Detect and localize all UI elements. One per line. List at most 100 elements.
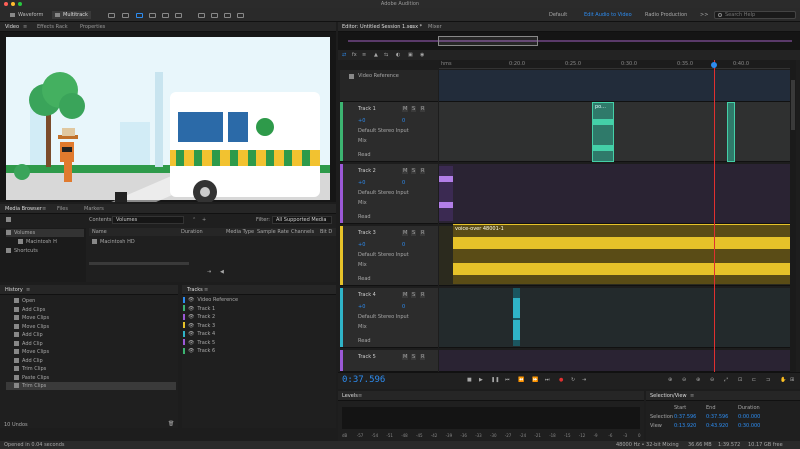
- view-end[interactable]: 0:43.920: [706, 423, 728, 429]
- add-shortcut-icon[interactable]: +: [202, 217, 206, 223]
- workspace-edit-audio-to-video[interactable]: Edit Audio to Video: [584, 11, 632, 19]
- waveform-button[interactable]: Waveform: [10, 11, 43, 19]
- zoom-selection-icon[interactable]: ⊡: [738, 377, 742, 383]
- folder-up-icon[interactable]: ⌃: [192, 217, 196, 223]
- tracks-panel-item[interactable]: 👁 Track 3: [182, 322, 336, 330]
- navigator-view-handle[interactable]: [438, 36, 538, 46]
- track1-clip-b[interactable]: [727, 102, 735, 162]
- pan-knob-value[interactable]: 0: [402, 304, 405, 310]
- zoom-window-icon[interactable]: [18, 2, 22, 6]
- brush-tool-icon[interactable]: [224, 13, 231, 18]
- tracks-panel-item[interactable]: 👁 Track 4: [182, 330, 336, 338]
- mute-button[interactable]: M: [402, 292, 409, 298]
- zoom-full-icon[interactable]: ⤢: [724, 377, 728, 383]
- automation-mode-select[interactable]: Read: [358, 214, 371, 220]
- mute-button[interactable]: M: [402, 168, 409, 174]
- workspace-default[interactable]: Default: [549, 11, 567, 19]
- filter-select[interactable]: All Supported Media: [272, 216, 332, 224]
- zoom-tracks-icon[interactable]: ⊞: [790, 377, 794, 383]
- video-reference-lane[interactable]: [439, 70, 790, 102]
- tab-video[interactable]: Video: [5, 22, 19, 32]
- spectral-display-icon[interactable]: [108, 13, 115, 18]
- view-start[interactable]: 0:13.920: [674, 423, 696, 429]
- output-select[interactable]: Mix: [358, 200, 367, 206]
- history-item[interactable]: Paste Clips: [6, 374, 176, 382]
- history-item[interactable]: Add Clip: [6, 331, 176, 339]
- automation-mode-select[interactable]: Read: [358, 152, 371, 158]
- volume-knob-value[interactable]: +0: [358, 242, 365, 248]
- playhead[interactable]: [714, 60, 715, 372]
- record-arm-button[interactable]: R: [420, 230, 426, 236]
- track-name[interactable]: Track 1: [358, 106, 376, 112]
- record-arm-button[interactable]: R: [420, 106, 426, 112]
- output-select[interactable]: Mix: [358, 138, 367, 144]
- track4-clip[interactable]: [513, 288, 520, 346]
- volume-knob-value[interactable]: +0: [358, 304, 365, 310]
- spot-healing-tool-icon[interactable]: [237, 13, 244, 18]
- output-select[interactable]: Mix: [358, 324, 367, 330]
- zoom-in-point-icon[interactable]: ⊏: [752, 377, 756, 383]
- zoom-navigator[interactable]: [338, 32, 800, 50]
- column-name[interactable]: Name: [92, 228, 107, 236]
- tab-mixer[interactable]: Mixer: [428, 22, 442, 32]
- workspace-radio-production[interactable]: Radio Production: [645, 11, 687, 19]
- hand-tool-icon[interactable]: ✋: [780, 377, 786, 383]
- history-item[interactable]: Move Clips: [6, 323, 176, 331]
- eye-icon[interactable]: 👁: [188, 306, 194, 312]
- eye-icon[interactable]: 👁: [188, 297, 194, 303]
- view-duration[interactable]: 0:30.000: [738, 423, 760, 429]
- go-to-end-button[interactable]: ⏭: [545, 377, 550, 383]
- zoom-in-amplitude-icon[interactable]: ⊕: [668, 377, 672, 383]
- column-channels[interactable]: Channels: [291, 228, 314, 236]
- track3-voice-over-clip[interactable]: voice-over 48001-1: [453, 224, 790, 284]
- media-browser-folder-icon[interactable]: [6, 217, 11, 222]
- history-item[interactable]: Add Clip: [6, 357, 176, 365]
- eq-icon[interactable]: ▲: [374, 52, 378, 58]
- tracks-panel-item[interactable]: 👁 Track 1: [182, 305, 336, 313]
- search-help-input[interactable]: [725, 12, 793, 18]
- history-item[interactable]: Trim Clips: [6, 382, 176, 390]
- tab-properties[interactable]: Properties: [80, 22, 105, 32]
- column-media-type[interactable]: Media Type: [226, 228, 254, 236]
- minimize-window-icon[interactable]: [11, 2, 15, 6]
- record-arm-button[interactable]: R: [420, 292, 426, 298]
- mute-button[interactable]: M: [402, 354, 409, 360]
- more-workspaces-button[interactable]: >>: [700, 11, 708, 19]
- media-item-macintosh-hd[interactable]: Macintosh HD: [92, 238, 135, 246]
- media-scrollbar[interactable]: [89, 262, 189, 265]
- solo-button[interactable]: S: [411, 168, 417, 174]
- output-select[interactable]: Mix: [358, 262, 367, 268]
- fast-forward-button[interactable]: ⏩: [532, 377, 538, 383]
- lock-icon[interactable]: ▣: [408, 52, 413, 58]
- track-lane-4[interactable]: [439, 288, 790, 348]
- history-item[interactable]: Move Clips: [6, 348, 176, 356]
- editor-vertical-scrollbar[interactable]: [790, 60, 796, 372]
- pause-button[interactable]: ❚❚: [491, 377, 499, 383]
- delete-history-icon[interactable]: 🗑: [168, 421, 174, 427]
- search-help-box[interactable]: [714, 11, 796, 19]
- track-name[interactable]: Track 4: [358, 292, 376, 298]
- playhead-handle[interactable]: [711, 62, 717, 68]
- tree-item-macintosh[interactable]: Macintosh H: [18, 238, 57, 246]
- selection-start[interactable]: 0:37.596: [674, 414, 696, 420]
- history-item[interactable]: Open: [6, 297, 176, 305]
- zoom-out-time-icon[interactable]: ⊖: [710, 377, 714, 383]
- history-item[interactable]: Move Clips: [6, 314, 176, 322]
- preview-volume-icon[interactable]: ◀: [220, 269, 224, 275]
- mute-button[interactable]: M: [402, 230, 409, 236]
- lasso-tool-icon[interactable]: [211, 13, 218, 18]
- input-select[interactable]: Default Stereo Input: [358, 190, 409, 196]
- eye-icon[interactable]: 👁: [188, 323, 194, 329]
- tracks-panel-item[interactable]: 👁 Track 2: [182, 313, 336, 321]
- time-selection-tool-icon[interactable]: [175, 13, 182, 18]
- tracks-panel-item[interactable]: 👁 Track 5: [182, 339, 336, 347]
- track-name[interactable]: Track 2: [358, 168, 376, 174]
- solo-button[interactable]: S: [411, 292, 417, 298]
- tab-markers[interactable]: Markers: [84, 204, 104, 214]
- pan-knob-value[interactable]: 0: [402, 118, 405, 124]
- zoom-out-point-icon[interactable]: ⊐: [766, 377, 770, 383]
- pitch-display-icon[interactable]: [122, 13, 129, 18]
- volume-knob-value[interactable]: +0: [358, 180, 365, 186]
- volume-knob-value[interactable]: +0: [358, 118, 365, 124]
- history-item[interactable]: Add Clips: [6, 306, 176, 314]
